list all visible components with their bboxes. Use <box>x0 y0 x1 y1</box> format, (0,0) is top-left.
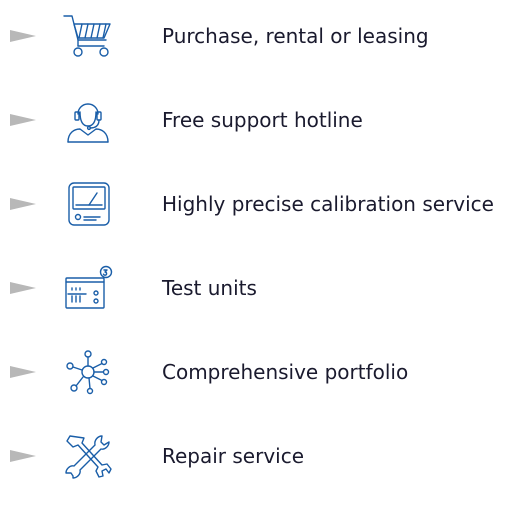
item-label: Highly precise calibration service <box>162 192 494 216</box>
list-item: Purchase, rental or leasing <box>0 12 512 60</box>
bullet-arrow-icon <box>10 114 36 126</box>
service-list: Purchase, rental or leasing Free support… <box>0 0 512 517</box>
headset-support-icon <box>64 98 112 143</box>
list-item: Highly precise calibration service <box>0 180 512 228</box>
item-label: Purchase, rental or leasing <box>162 24 429 48</box>
wrench-screwdriver-icon <box>64 434 112 479</box>
test-device-icon <box>64 265 113 310</box>
bullet-arrow-icon <box>10 198 36 210</box>
item-label: Free support hotline <box>162 108 363 132</box>
list-item: Comprehensive portfolio <box>0 348 512 396</box>
item-label: Repair service <box>162 444 305 468</box>
meter-gauge-icon <box>64 182 112 226</box>
list-item: Repair service <box>0 432 512 480</box>
bullet-arrow-icon <box>10 450 36 462</box>
bullet-arrow-icon <box>10 282 36 294</box>
shopping-cart-icon <box>63 14 112 58</box>
item-label: Comprehensive portfolio <box>162 360 409 384</box>
list-item: Test units <box>0 264 512 312</box>
list-item: Free support hotline <box>0 96 512 144</box>
item-label: Test units <box>162 276 257 300</box>
network-hub-icon <box>64 350 112 395</box>
bullet-arrow-icon <box>10 366 36 378</box>
bullet-arrow-icon <box>10 30 36 42</box>
